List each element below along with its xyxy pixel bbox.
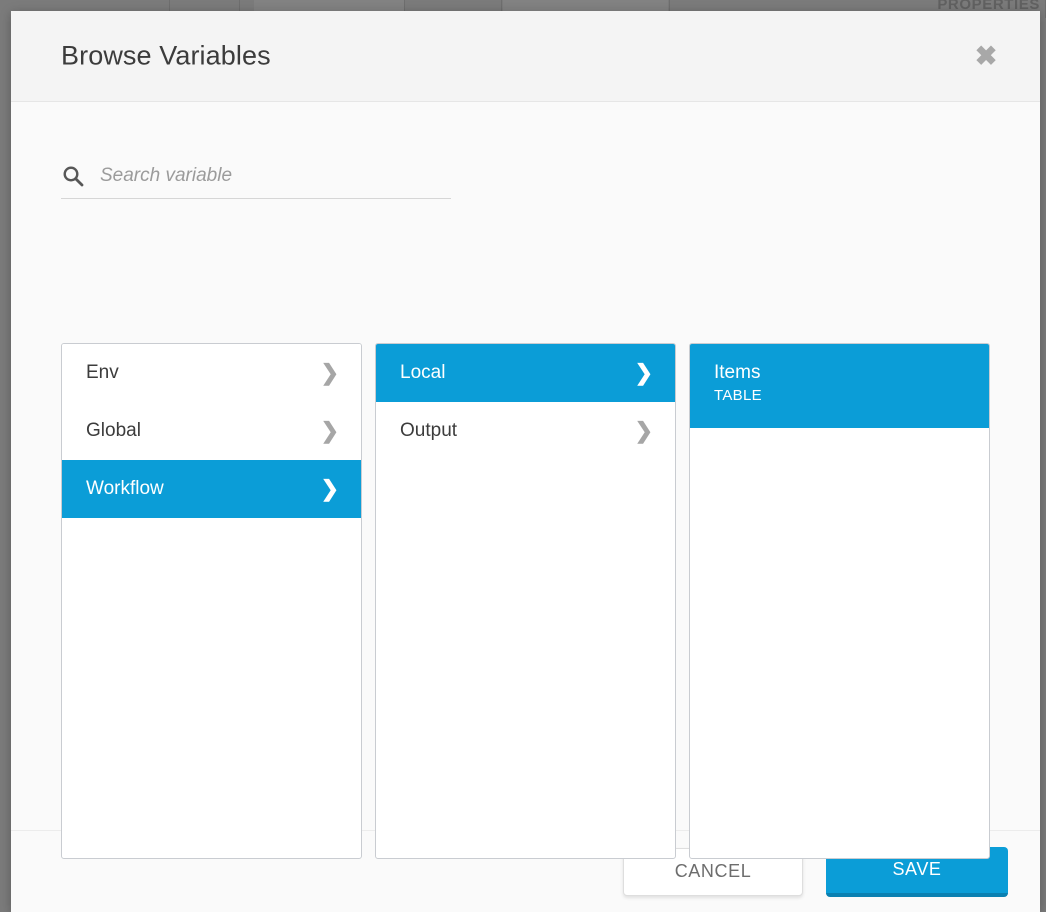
browse-variables-dialog: Browse Variables ✖ Env ❯ bbox=[11, 11, 1040, 912]
variable-browser-columns: Env ❯ Global ❯ Workflow ❯ Local ❯ Output… bbox=[61, 343, 1040, 859]
close-icon[interactable]: ✖ bbox=[971, 41, 1001, 71]
list-item-text: Items TABLE bbox=[714, 363, 967, 405]
list-item-text: Workflow bbox=[86, 479, 311, 500]
chevron-right-icon: ❯ bbox=[320, 360, 339, 385]
variable-group-column: Local ❯ Output ❯ bbox=[375, 343, 676, 859]
list-item-text: Env bbox=[86, 363, 311, 384]
list-item-label: Output bbox=[400, 420, 458, 441]
variable-detail-column: Items TABLE bbox=[689, 343, 990, 859]
list-item-selected[interactable]: Local ❯ bbox=[376, 344, 675, 402]
dialog-body: Env ❯ Global ❯ Workflow ❯ bbox=[11, 102, 1040, 859]
chevron-right-icon: ❯ bbox=[634, 360, 653, 385]
chevron-right-icon: ❯ bbox=[634, 418, 653, 443]
list-item-selected[interactable]: Workflow ❯ bbox=[62, 460, 361, 518]
list-item[interactable]: Env ❯ bbox=[62, 344, 361, 402]
list-item-label: Workflow bbox=[86, 478, 164, 499]
search-input[interactable] bbox=[100, 165, 451, 187]
search-icon bbox=[61, 164, 85, 188]
dialog-title: Browse Variables bbox=[61, 40, 271, 71]
list-item-label: Env bbox=[86, 362, 119, 383]
list-item-text: Output bbox=[400, 421, 625, 442]
chevron-right-icon: ❯ bbox=[320, 418, 339, 443]
list-item-selected[interactable]: Items TABLE bbox=[690, 344, 989, 428]
chevron-right-icon: ❯ bbox=[320, 476, 339, 501]
list-item-label: Items bbox=[714, 363, 761, 383]
list-item-label: Local bbox=[400, 362, 446, 383]
variable-scope-column: Env ❯ Global ❯ Workflow ❯ bbox=[61, 343, 362, 859]
dialog-header: Browse Variables ✖ bbox=[11, 11, 1040, 102]
list-item-label: Global bbox=[86, 420, 141, 441]
list-item-text: Local bbox=[400, 363, 625, 384]
search-field[interactable] bbox=[61, 164, 451, 199]
list-item-text: Global bbox=[86, 421, 311, 442]
list-item[interactable]: Global ❯ bbox=[62, 402, 361, 460]
list-item-type-label: TABLE bbox=[714, 386, 762, 404]
list-item[interactable]: Output ❯ bbox=[376, 402, 675, 460]
